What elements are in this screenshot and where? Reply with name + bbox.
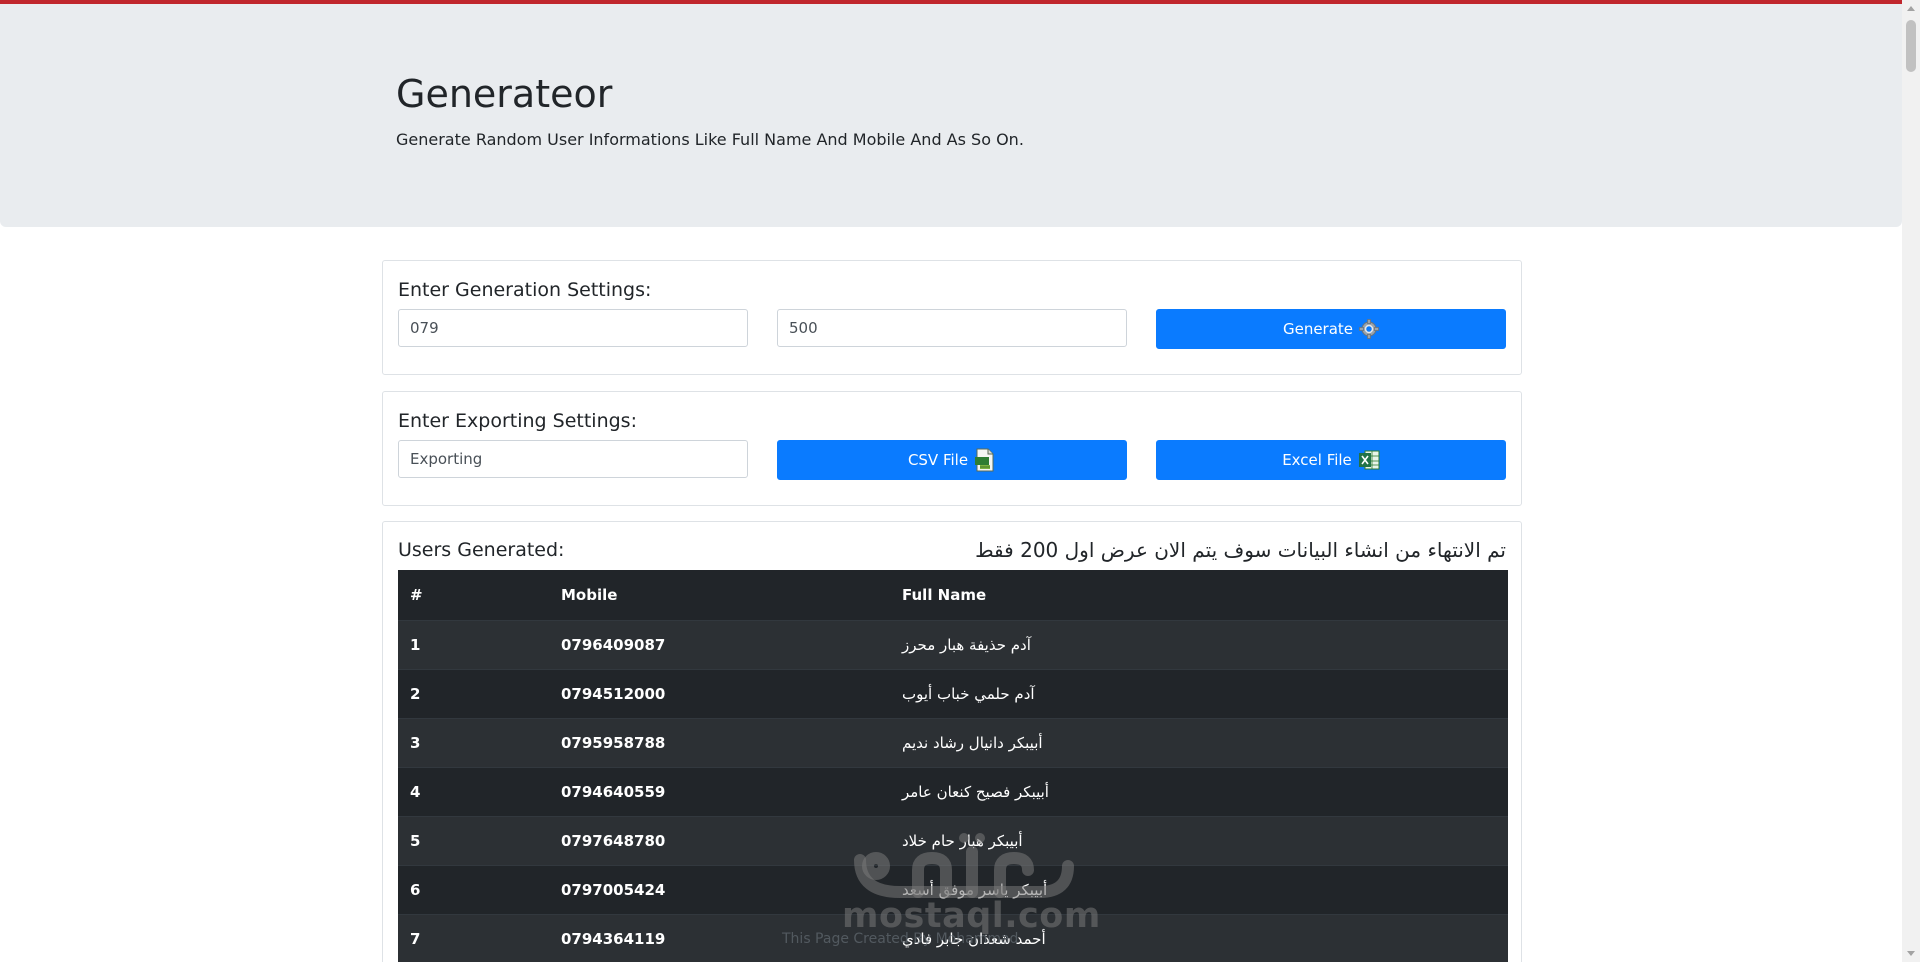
table-row: 3 0795958788 أبيبكر دانيال رشاد نديم — [398, 718, 1508, 767]
users-table: # Mobile Full Name 1 0796409087 آدم حذيف… — [398, 570, 1508, 962]
row-index: 1 — [410, 636, 421, 654]
scroll-down-arrow-icon[interactable] — [1907, 951, 1915, 956]
row-index: 5 — [410, 832, 421, 850]
row-index: 7 — [410, 930, 421, 948]
row-mobile: 0794364119 — [561, 930, 666, 948]
users-generated-heading: Users Generated: — [398, 539, 565, 561]
row-full-name: أبيبكر هبار حام خلاد — [902, 832, 1023, 850]
generate-button-label: Generate — [1282, 320, 1354, 338]
generate-button[interactable]: Generate — [1156, 309, 1506, 349]
column-header-full-name: Full Name — [902, 586, 987, 604]
row-mobile: 0794512000 — [561, 685, 666, 703]
generation-settings-card: Enter Generation Settings: Generate — [382, 260, 1522, 375]
column-header-mobile: Mobile — [561, 586, 618, 604]
table-row: 2 0794512000 آدم حلمي خباب أيوب — [398, 669, 1508, 718]
row-index: 6 — [410, 881, 421, 899]
row-full-name: أبيبكر دانيال رشاد نديم — [902, 734, 1043, 752]
row-index: 2 — [410, 685, 421, 703]
scrollbar-thumb[interactable] — [1906, 20, 1916, 72]
scroll-up-arrow-icon[interactable] — [1907, 6, 1915, 11]
excel-button-label: Excel File — [1282, 451, 1352, 469]
csv-button-label: CSV File — [907, 451, 969, 469]
exporting-settings-card: Enter Exporting Settings: CSV File Excel… — [382, 391, 1522, 506]
header-jumbotron: Generateor Generate Random User Informat… — [0, 4, 1902, 227]
csv-export-button[interactable]: CSV File — [777, 440, 1127, 480]
table-header-row: # Mobile Full Name — [398, 570, 1508, 620]
gear-icon — [1359, 319, 1379, 339]
table-row: 5 0797648780 أبيبكر هبار حام خلاد — [398, 816, 1508, 865]
generation-status-note: تم الانتهاء من انشاء البيانات سوف يتم ال… — [975, 538, 1506, 562]
footer-credit: This Page Created By Mohammad — [782, 931, 1019, 947]
row-mobile: 0797005424 — [561, 881, 666, 899]
row-mobile: 0797648780 — [561, 832, 666, 850]
csv-file-icon — [975, 448, 994, 472]
generation-settings-heading: Enter Generation Settings: — [398, 279, 652, 301]
row-full-name: آدم حلمي خباب أيوب — [902, 685, 1035, 703]
row-full-name: آدم حذيفة هبار محرز — [902, 636, 1031, 654]
row-mobile: 0794640559 — [561, 783, 666, 801]
row-full-name: أبيبكر فصيح كنعان عامر — [902, 783, 1049, 801]
row-index: 3 — [410, 734, 421, 752]
row-index: 4 — [410, 783, 421, 801]
users-generated-card: Users Generated: تم الانتهاء من انشاء ال… — [382, 521, 1522, 962]
table-row: 6 0797005424 أبيبكر ياسر موفق أسعد — [398, 865, 1508, 914]
row-mobile: 0795958788 — [561, 734, 666, 752]
column-header-index: # — [410, 586, 423, 604]
row-full-name: أبيبكر ياسر موفق أسعد — [902, 881, 1048, 899]
count-input[interactable] — [777, 309, 1127, 347]
excel-export-button[interactable]: Excel File — [1156, 440, 1506, 480]
page-title: Generateor — [396, 72, 613, 116]
page-scrollbar[interactable] — [1902, 0, 1920, 962]
prefix-input[interactable] — [398, 309, 748, 347]
excel-file-icon — [1358, 450, 1380, 470]
table-row: 1 0796409087 آدم حذيفة هبار محرز — [398, 620, 1508, 669]
page-subtitle: Generate Random User Informations Like F… — [396, 130, 1024, 149]
exporting-settings-heading: Enter Exporting Settings: — [398, 410, 637, 432]
export-filename-input[interactable] — [398, 440, 748, 478]
row-mobile: 0796409087 — [561, 636, 666, 654]
table-row: 4 0794640559 أبيبكر فصيح كنعان عامر — [398, 767, 1508, 816]
